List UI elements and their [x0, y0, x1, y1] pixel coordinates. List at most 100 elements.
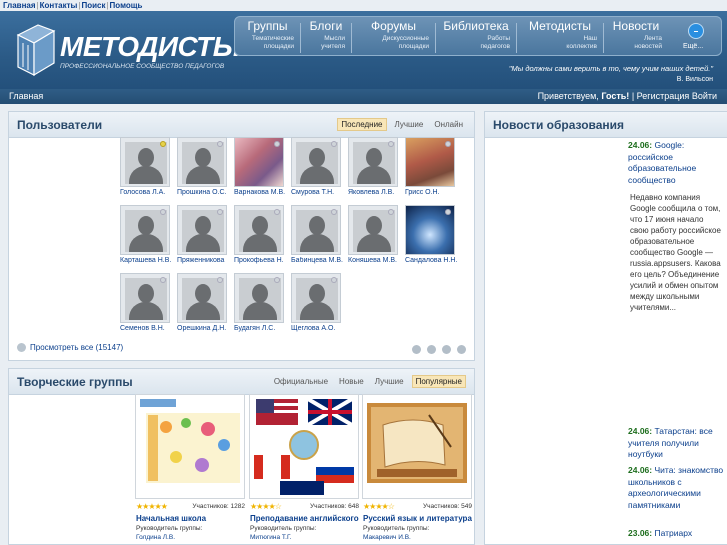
- user-name[interactable]: Щеглова А.О.: [291, 325, 343, 332]
- user-card[interactable]: Семенов В.Н.: [120, 273, 172, 333]
- user-card[interactable]: Варнакова М.В.: [234, 137, 286, 197]
- tab-online[interactable]: Онлайн: [431, 119, 466, 130]
- tab-official[interactable]: Официальные: [271, 376, 331, 387]
- nav-more[interactable]: Ещё...: [683, 23, 717, 57]
- user-avatar[interactable]: [120, 205, 170, 255]
- group-card-english[interactable]: ★★★★☆ Участников: 648 Преподавание англи…: [249, 394, 359, 545]
- user-name[interactable]: Прокофьева Н.: [234, 257, 286, 264]
- user-card[interactable]: Прокофьева Н.: [234, 205, 286, 265]
- nav-news[interactable]: Новости Лента новостей: [604, 17, 668, 57]
- news-item[interactable]: 23.06: Патриарх: [628, 528, 724, 540]
- online-status-icon: [160, 277, 166, 283]
- user-card[interactable]: Голосова Л.А.: [120, 137, 172, 197]
- user-card[interactable]: Прошкина О.С.: [177, 137, 229, 197]
- nav-methodists[interactable]: Методисты Наш коллектив: [517, 17, 603, 57]
- user-card[interactable]: Сандалова Н.Н.: [405, 205, 457, 265]
- tab-best[interactable]: Лучшие: [392, 119, 427, 130]
- news-item[interactable]: 24.06: Чита: знакомство школьников с арх…: [628, 465, 724, 511]
- user-avatar[interactable]: [405, 205, 455, 255]
- top-link-search[interactable]: Поиск: [81, 1, 105, 10]
- user-name[interactable]: Орешкина Д.Н.: [177, 325, 229, 332]
- nav-library[interactable]: Библиотека Работы педагогов: [436, 17, 516, 57]
- group-image[interactable]: [249, 394, 359, 499]
- group-leader-name[interactable]: Митюгина Т.Г.: [250, 534, 292, 541]
- user-card[interactable]: Смурова Т.Н.: [291, 137, 343, 197]
- news-item[interactable]: 24.06: Google: российское образовательно…: [628, 140, 724, 186]
- top-link-contacts[interactable]: Контакты: [40, 1, 78, 10]
- news-item[interactable]: 24.06: Татарстан: все учителя получили н…: [628, 426, 724, 461]
- group-title[interactable]: Начальная школа: [136, 514, 246, 523]
- tab-latest[interactable]: Последние: [337, 118, 387, 131]
- last-page-icon[interactable]: [457, 345, 466, 354]
- users-tabs: Последние Лучшие Онлайн: [332, 118, 466, 131]
- user-avatar[interactable]: [177, 273, 227, 323]
- user-card[interactable]: Бабинцева М.В.: [291, 205, 343, 265]
- user-name[interactable]: Варнакова М.В.: [234, 189, 286, 196]
- user-name[interactable]: Яковлева Л.В.: [348, 189, 400, 196]
- user-name[interactable]: Голосова Л.А.: [120, 189, 172, 196]
- user-avatar[interactable]: [291, 273, 341, 323]
- register-link[interactable]: Регистрация: [637, 91, 690, 101]
- user-name[interactable]: Бабинцева М.В.: [291, 257, 343, 264]
- news-panel-header: Новости образования: [485, 112, 727, 138]
- nav-blogs[interactable]: Блоги Мысли учителя: [301, 17, 351, 57]
- tab-popular[interactable]: Популярные: [411, 375, 466, 388]
- user-avatar[interactable]: [348, 137, 398, 187]
- group-image[interactable]: [135, 394, 245, 499]
- user-name[interactable]: Пряженникова: [177, 257, 229, 264]
- group-image[interactable]: [362, 394, 472, 499]
- user-card[interactable]: Орешкина Д.Н.: [177, 273, 229, 333]
- nav-forums[interactable]: Форумы Дискуссионные площадки: [352, 17, 435, 57]
- user-name[interactable]: Прошкина О.С.: [177, 189, 229, 196]
- top-links: Главная|Контакты|Поиск|Помощь: [3, 1, 143, 10]
- user-name[interactable]: Смурова Т.Н.: [291, 189, 343, 196]
- breadcrumb-home[interactable]: Главная: [9, 91, 43, 101]
- user-card[interactable]: Грисс О.Н.: [405, 137, 457, 197]
- user-avatar[interactable]: [234, 137, 284, 187]
- group-card-primary-school[interactable]: ★★★★★ Участников: 1282 Начальная школа Р…: [135, 394, 245, 545]
- tab-top[interactable]: Лучшие: [372, 376, 407, 387]
- user-avatar[interactable]: [120, 273, 170, 323]
- user-card[interactable]: Яковлева Л.В.: [348, 137, 400, 197]
- user-avatar[interactable]: [120, 137, 170, 187]
- user-name[interactable]: Карташева Н.В.: [120, 257, 172, 264]
- group-title[interactable]: Русский язык и литература: [363, 514, 473, 523]
- group-card-russian[interactable]: ★★★★☆ Участников: 549 Русский язык и лит…: [362, 394, 472, 545]
- user-card[interactable]: Щеглова А.О.: [291, 273, 343, 333]
- user-name[interactable]: Семенов В.Н.: [120, 325, 172, 332]
- user-avatar[interactable]: [291, 205, 341, 255]
- groups-panel-header: Творческие группы Официальные Новые Лучшие…: [9, 369, 474, 395]
- first-page-icon[interactable]: [412, 345, 421, 354]
- user-avatar[interactable]: [291, 137, 341, 187]
- login-link[interactable]: Войти: [692, 91, 717, 101]
- site-logo[interactable]: МЕТОДИСТЫ ПРОФЕССИОНАЛЬНОЕ СООБЩЕСТВО ПЕ…: [12, 21, 241, 83]
- tab-new[interactable]: Новые: [336, 376, 367, 387]
- user-card[interactable]: Карташева Н.В.: [120, 205, 172, 265]
- user-name[interactable]: Сандалова Н.Н.: [405, 257, 457, 264]
- user-card[interactable]: Коняшева М.В.: [348, 205, 400, 265]
- user-avatar[interactable]: [234, 205, 284, 255]
- user-name[interactable]: Грисс О.Н.: [405, 189, 457, 196]
- top-link-help[interactable]: Помощь: [110, 1, 143, 10]
- user-name[interactable]: Будагян Л.С.: [234, 325, 286, 332]
- user-avatar[interactable]: [348, 205, 398, 255]
- user-card[interactable]: Пряженникова: [177, 205, 229, 265]
- user-name[interactable]: Коняшева М.В.: [348, 257, 400, 264]
- prev-page-icon[interactable]: [427, 345, 436, 354]
- group-title[interactable]: Преподавание английского: [250, 514, 360, 523]
- user-card[interactable]: Будагян Л.С.: [234, 273, 286, 333]
- user-avatar[interactable]: [177, 137, 227, 187]
- group-leader-name[interactable]: Голдина Л.В.: [136, 534, 175, 541]
- news-excerpt: Недавно компания Google сообщила о том, …: [630, 193, 721, 312]
- user-avatar[interactable]: [405, 137, 455, 187]
- view-all-users[interactable]: Просмотреть все (15147): [17, 343, 123, 353]
- greeting-text: Приветствуем,: [537, 91, 599, 101]
- user-avatar[interactable]: [234, 273, 284, 323]
- next-page-icon[interactable]: [442, 345, 451, 354]
- user-avatar[interactable]: [177, 205, 227, 255]
- main-nav: Группы Тематические площадки Блоги Мысли у…: [234, 16, 722, 56]
- users-panel-title: Пользователи: [17, 118, 103, 132]
- top-link-home[interactable]: Главная: [3, 1, 36, 10]
- nav-groups[interactable]: Группы Тематические площадки: [235, 17, 300, 57]
- group-leader-name[interactable]: Макаревич И.В.: [363, 534, 411, 541]
